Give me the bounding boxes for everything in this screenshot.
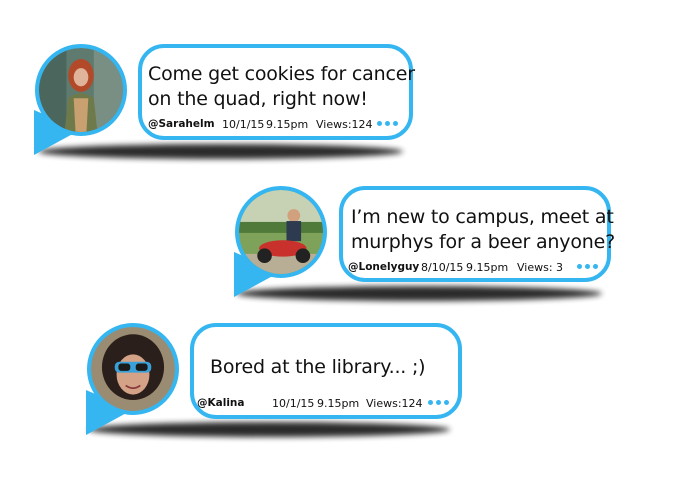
message-line: Bored at the library... ;) [210, 356, 426, 378]
avatar-photo [91, 327, 175, 411]
more-dots-icon[interactable] [428, 400, 449, 405]
avatar[interactable] [87, 323, 179, 415]
post-card[interactable]: Bored at the library... ;) @Kalina 10/1/… [0, 0, 689, 470]
post-time: 9.15pm [317, 397, 360, 410]
post-date: 10/1/15 [272, 397, 315, 410]
post-shadow [88, 422, 450, 437]
user-handle[interactable]: @Kalina [197, 397, 244, 409]
view-count: Views:124 [366, 397, 423, 410]
message-text: Bored at the library... ;) [210, 355, 426, 380]
